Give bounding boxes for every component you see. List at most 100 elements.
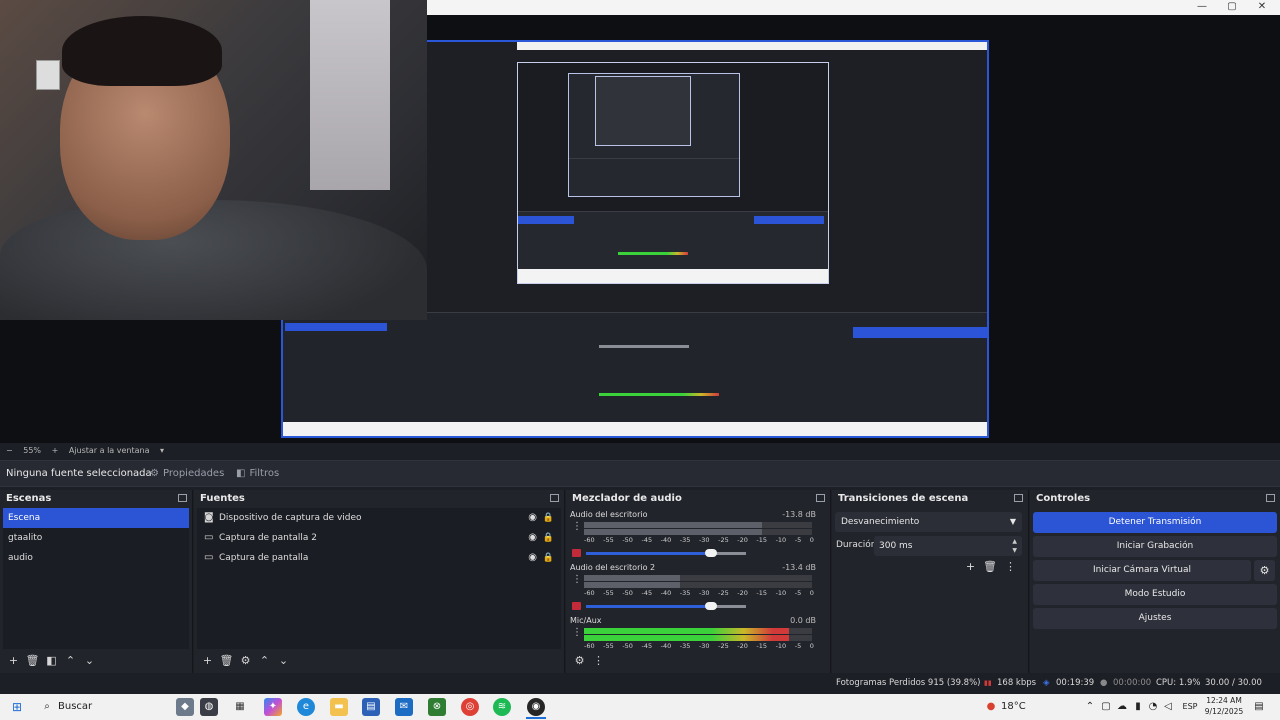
wifi-icon[interactable]: ◔: [1147, 697, 1159, 717]
start-recording-button[interactable]: Iniciar Grabación: [1033, 536, 1277, 557]
controls-dock: Controles Detener Transmisión Iniciar Gr…: [1030, 490, 1280, 673]
filters-button[interactable]: ◧ Filtros: [236, 461, 279, 486]
language-indicator[interactable]: ESP: [1180, 697, 1200, 717]
nested-controls-stop: [853, 327, 987, 338]
source-item[interactable]: ▭ Captura de pantalla ◉ 🔒: [197, 548, 561, 568]
mic-icon[interactable]: ▮: [1132, 697, 1144, 717]
folder-icon[interactable]: ▬: [330, 698, 348, 716]
volume-slider-handle[interactable]: [704, 549, 717, 557]
scene-item[interactable]: gtaalito: [3, 528, 189, 548]
mail-icon[interactable]: ✉: [395, 698, 413, 716]
source-item[interactable]: ◙ Dispositivo de captura de video ◉ 🔒: [197, 508, 561, 528]
volume-icon[interactable]: ◁: [1162, 697, 1174, 717]
move-down-button[interactable]: ⌄: [274, 652, 293, 670]
tray-icon[interactable]: ▢: [1100, 697, 1112, 717]
cloud-icon[interactable]: ☁: [1116, 697, 1128, 717]
minimize-button[interactable]: —: [1187, 0, 1217, 15]
move-up-button[interactable]: ⌃: [255, 652, 274, 670]
notification-icon[interactable]: ▤: [1252, 697, 1266, 717]
taskbar-search[interactable]: Buscar: [58, 697, 158, 717]
eye-icon[interactable]: ◉: [528, 548, 537, 568]
stop-streaming-button[interactable]: Detener Transmisión: [1033, 512, 1277, 533]
volume-slider-handle[interactable]: [704, 602, 717, 610]
preview-area[interactable]: — ▢ ✕: [0, 0, 1280, 443]
dock-float-icon[interactable]: [816, 494, 825, 502]
clock[interactable]: 12:24 AM 9/12/2025: [1202, 695, 1246, 716]
scenes-title: Escenas: [0, 490, 192, 508]
add-scene-button[interactable]: +: [4, 652, 23, 670]
add-transition-button[interactable]: +: [966, 560, 975, 573]
dock-float-icon[interactable]: [550, 494, 559, 502]
title-bar: — ▢ ✕: [427, 0, 1280, 15]
weather-text[interactable]: 18°C Despejado: [1001, 697, 1081, 717]
obs-icon[interactable]: ◉: [527, 698, 545, 716]
eye-icon[interactable]: ◉: [528, 508, 537, 528]
trash-icon[interactable]: 🗑: [23, 652, 42, 670]
dock-float-icon[interactable]: [1266, 494, 1275, 502]
gear-icon[interactable]: ⚙: [236, 652, 255, 670]
duration-input[interactable]: 300 ms ▲ ▼: [874, 536, 1022, 556]
properties-button[interactable]: ⚙ Propiedades: [150, 461, 224, 486]
dock-float-icon[interactable]: [178, 494, 187, 502]
volume-slider-fill[interactable]: [586, 605, 711, 608]
copilot-icon[interactable]: ✦: [264, 698, 282, 716]
gear-icon[interactable]: ⚙: [1254, 560, 1275, 581]
move-up-button[interactable]: ⌃: [61, 652, 80, 670]
edge-icon[interactable]: e: [297, 698, 315, 716]
settings-button[interactable]: Ajustes: [1033, 608, 1277, 629]
add-source-button[interactable]: +: [198, 652, 217, 670]
kebab-menu-icon[interactable]: ⋮: [572, 628, 582, 638]
studio-mode-button[interactable]: Modo Estudio: [1033, 584, 1277, 605]
maximize-button[interactable]: ▢: [1217, 0, 1247, 15]
kebab-menu-icon[interactable]: ⋮: [589, 652, 608, 670]
eye-icon[interactable]: ◉: [528, 528, 537, 548]
kebab-menu-icon[interactable]: ⋮: [572, 575, 582, 585]
chrome-icon[interactable]: ◎: [461, 698, 479, 716]
record-time: 00:00:00: [1113, 678, 1152, 688]
trash-icon[interactable]: 🗑: [217, 652, 236, 670]
zoom-in-button[interactable]: +: [52, 446, 59, 455]
volume-slider-fill[interactable]: [586, 552, 711, 555]
mute-icon[interactable]: [572, 549, 581, 557]
transition-select[interactable]: Desvanecimiento ▼: [835, 512, 1022, 532]
widgets-icon[interactable]: ◆: [176, 698, 194, 716]
chevron-down-icon[interactable]: ▾: [160, 446, 164, 455]
windows-start-icon[interactable]: ⊞: [8, 697, 26, 717]
scene-filters-button[interactable]: ◧: [42, 652, 61, 670]
trash-icon[interactable]: 🗑: [983, 560, 997, 573]
zoom-out-button[interactable]: −: [6, 446, 13, 455]
fit-to-window-label[interactable]: Ajustar a la ventana: [69, 446, 150, 455]
transitions-title: Transiciones de escena: [832, 490, 1028, 508]
kebab-menu-icon[interactable]: ⋮: [1005, 560, 1016, 573]
start-virtual-camera-button[interactable]: Iniciar Cámara Virtual: [1033, 560, 1251, 581]
transitions-dock: Transiciones de escena Desvanecimiento ▼…: [832, 490, 1029, 673]
xbox-icon[interactable]: ⊗: [428, 698, 446, 716]
dock-float-icon[interactable]: [1014, 494, 1023, 502]
lock-icon[interactable]: 🔒: [543, 528, 554, 548]
task-view-icon[interactable]: ▦: [231, 698, 249, 716]
source-label: Captura de pantalla: [219, 553, 309, 563]
search-icon[interactable]: ⌕: [40, 697, 54, 717]
record-icon: ●: [1100, 678, 1108, 688]
channel-name: Audio del escritorio 2: [570, 563, 656, 572]
nested-meter-desktop: [599, 345, 689, 348]
scale-tick: -20: [737, 589, 748, 597]
source-item[interactable]: ▭ Captura de pantalla 2 ◉ 🔒: [197, 528, 561, 548]
mute-icon[interactable]: [572, 602, 581, 610]
lock-icon[interactable]: 🔒: [543, 508, 554, 528]
channel-db: -13.4 dB: [782, 563, 816, 572]
kebab-menu-icon[interactable]: ⋮: [572, 522, 582, 532]
chevron-up-icon[interactable]: ⌃: [1085, 697, 1095, 717]
spotify-icon[interactable]: ≋: [493, 698, 511, 716]
scene-item[interactable]: Escena: [3, 508, 189, 528]
gear-icon[interactable]: ⚙: [570, 652, 589, 670]
close-button[interactable]: ✕: [1247, 0, 1277, 15]
weather-icon: ●: [986, 701, 996, 712]
lock-icon[interactable]: 🔒: [543, 548, 554, 568]
spinner-icon[interactable]: ▲ ▼: [1012, 537, 1017, 555]
nested-docks-level-3: [569, 158, 739, 196]
headset-icon[interactable]: ◍: [200, 698, 218, 716]
store-icon[interactable]: ▤: [362, 698, 380, 716]
scene-item[interactable]: audio: [3, 548, 189, 568]
move-down-button[interactable]: ⌄: [80, 652, 99, 670]
